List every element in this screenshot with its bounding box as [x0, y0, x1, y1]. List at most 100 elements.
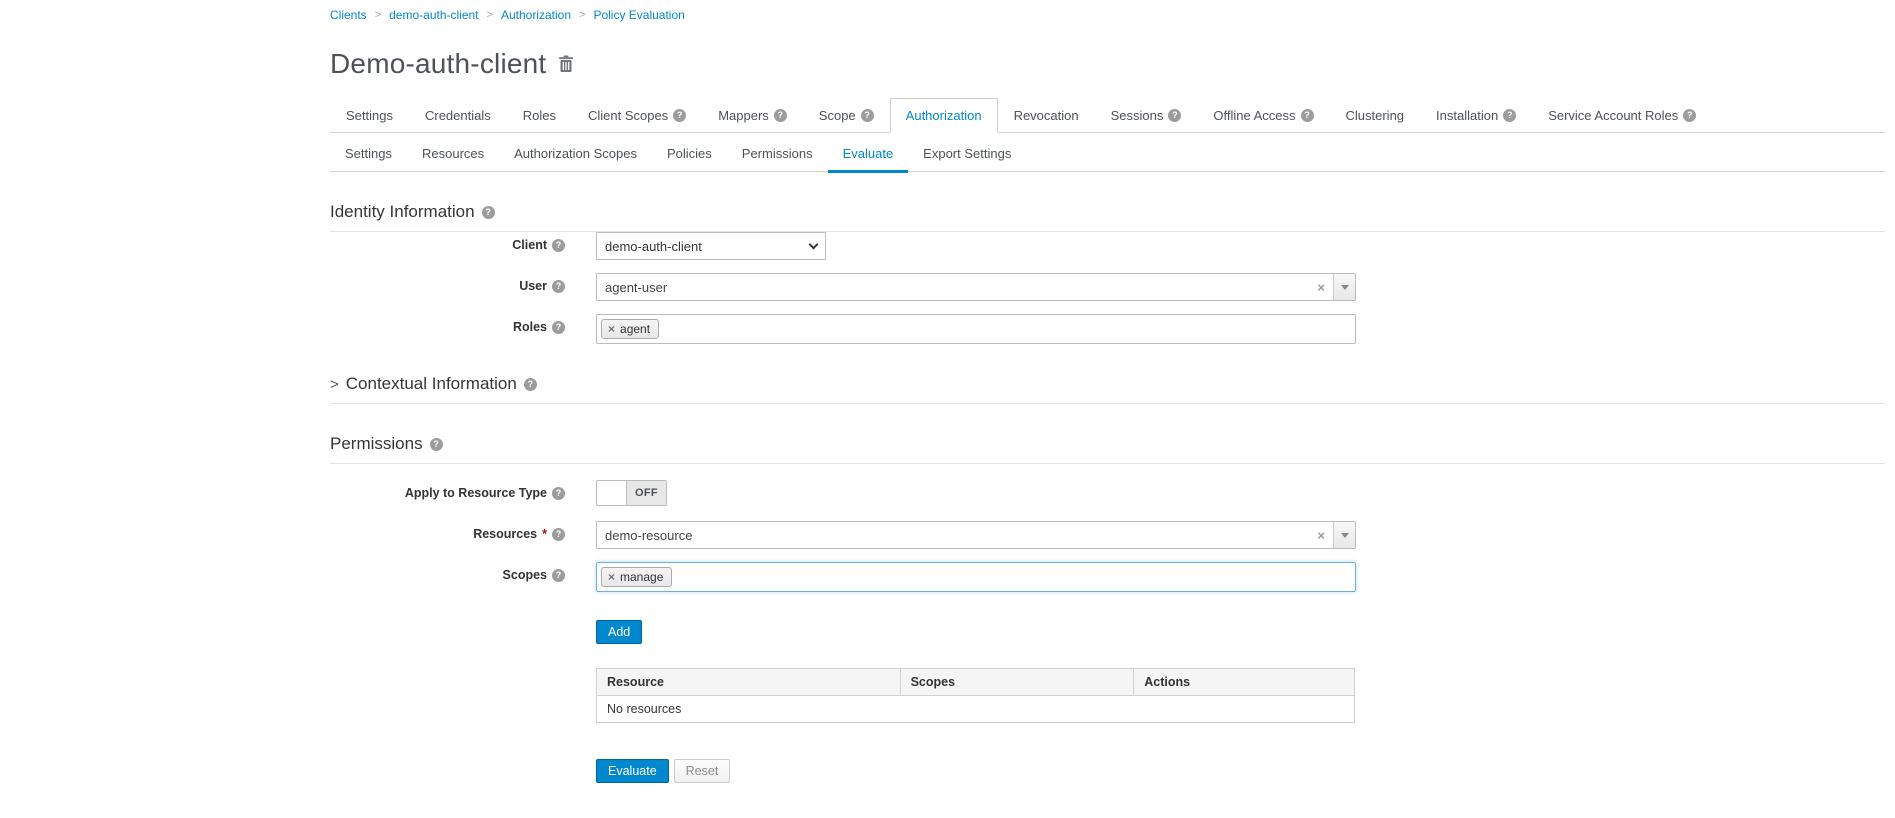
tab-offline-access[interactable]: Offline Access? [1197, 98, 1329, 133]
tab-credentials[interactable]: Credentials [409, 98, 507, 133]
trash-icon [558, 55, 574, 73]
remove-tag-icon[interactable]: × [608, 571, 615, 583]
tab-label: Installation [1436, 108, 1498, 123]
breadcrumb: Clients > demo-auth-client > Authorizati… [330, 8, 1885, 22]
help-icon[interactable]: ? [482, 206, 495, 219]
user-combobox[interactable]: agent-user × [596, 273, 1356, 301]
scopes-tag-input[interactable]: × manage [596, 562, 1356, 592]
scopes-field-label: Scopes ? [330, 562, 565, 582]
tab-label: Mappers [718, 108, 769, 123]
apply-to-resource-type-label: Apply to Resource Type ? [330, 480, 565, 500]
help-icon[interactable]: ? [552, 239, 565, 252]
label-text: Roles [513, 320, 547, 334]
subtab-policies[interactable]: Policies [652, 137, 727, 173]
chevron-right-icon: > [330, 376, 339, 393]
resources-dropdown-toggle[interactable] [1333, 522, 1355, 548]
tab-label: Settings [346, 108, 393, 123]
contextual-information-heading[interactable]: > Contextual Information ? [330, 374, 1885, 404]
tab-roles[interactable]: Roles [507, 98, 572, 133]
help-icon[interactable]: ? [524, 378, 537, 391]
roles-field-label: Roles ? [330, 314, 565, 334]
breadcrumb-client[interactable]: demo-auth-client [389, 8, 478, 22]
toggle-state-label: OFF [627, 481, 666, 505]
toggle-handle [597, 481, 627, 505]
tab-label: Sessions [1111, 108, 1164, 123]
identity-information-heading: Identity Information ? [330, 202, 1885, 232]
help-icon[interactable]: ? [552, 528, 565, 541]
breadcrumb-separator: > [487, 9, 493, 21]
column-header-scopes: Scopes [900, 669, 1134, 696]
section-title: Identity Information [330, 202, 475, 222]
subtab-resources[interactable]: Resources [407, 137, 499, 173]
reset-button[interactable]: Reset [674, 759, 731, 783]
subtab-permissions[interactable]: Permissions [727, 137, 828, 173]
subtab-authorization-scopes[interactable]: Authorization Scopes [499, 137, 652, 173]
table-header-row: Resource Scopes Actions [597, 669, 1355, 696]
label-text: User [519, 279, 547, 293]
resources-combobox-value: demo-resource [597, 522, 1309, 548]
tab-authorization[interactable]: Authorization [890, 98, 998, 133]
empty-table-message: No resources [597, 696, 1355, 723]
help-icon: ? [861, 109, 874, 122]
breadcrumb-clients[interactable]: Clients [330, 8, 367, 22]
help-icon: ? [1503, 109, 1516, 122]
roles-tag-input[interactable]: × agent [596, 314, 1356, 344]
tab-mappers[interactable]: Mappers? [702, 98, 803, 133]
scope-tag-manage: × manage [601, 567, 672, 587]
column-header-actions: Actions [1134, 669, 1355, 696]
tab-label: Scope [819, 108, 856, 123]
tab-settings[interactable]: Settings [330, 98, 409, 133]
caret-down-icon [1341, 533, 1349, 538]
user-field-label: User ? [330, 273, 565, 293]
user-dropdown-toggle[interactable] [1333, 274, 1355, 300]
help-icon[interactable]: ? [552, 487, 565, 500]
tab-label: Clustering [1346, 108, 1405, 123]
subtab-export-settings[interactable]: Export Settings [908, 137, 1026, 173]
tab-label: Revocation [1014, 108, 1079, 123]
user-combobox-value: agent-user [597, 274, 1309, 300]
apply-to-resource-type-toggle[interactable]: OFF [596, 480, 667, 506]
help-icon[interactable]: ? [430, 438, 443, 451]
evaluate-button[interactable]: Evaluate [596, 759, 669, 783]
tab-label: Offline Access [1213, 108, 1295, 123]
label-text: Client [512, 238, 547, 252]
delete-client-icon[interactable] [558, 55, 574, 73]
help-icon[interactable]: ? [552, 321, 565, 334]
tab-installation[interactable]: Installation? [1420, 98, 1532, 133]
subtab-settings[interactable]: Settings [330, 137, 407, 173]
clear-user-icon[interactable]: × [1309, 274, 1333, 300]
client-tabs: Settings Credentials Roles Client Scopes… [330, 98, 1885, 133]
help-icon[interactable]: ? [552, 280, 565, 293]
tab-label: Service Account Roles [1548, 108, 1678, 123]
client-select-value: demo-auth-client [605, 239, 702, 254]
tag-label: manage [620, 570, 663, 584]
tab-revocation[interactable]: Revocation [998, 98, 1095, 133]
resources-table: Resource Scopes Actions No resources [596, 668, 1355, 723]
tab-clustering[interactable]: Clustering [1330, 98, 1421, 133]
caret-down-icon [1341, 285, 1349, 290]
tab-sessions[interactable]: Sessions? [1095, 98, 1198, 133]
tab-label: Credentials [425, 108, 491, 123]
clear-resource-icon[interactable]: × [1309, 522, 1333, 548]
breadcrumb-policy-evaluation[interactable]: Policy Evaluation [593, 8, 684, 22]
add-button[interactable]: Add [596, 620, 642, 644]
client-select[interactable]: demo-auth-client [596, 232, 826, 260]
authorization-subtabs: Settings Resources Authorization Scopes … [330, 137, 1885, 172]
table-row: No resources [597, 696, 1355, 723]
tab-client-scopes[interactable]: Client Scopes? [572, 98, 702, 133]
breadcrumb-authorization[interactable]: Authorization [501, 8, 571, 22]
subtab-evaluate[interactable]: Evaluate [828, 137, 909, 173]
help-icon[interactable]: ? [552, 569, 565, 582]
tab-scope[interactable]: Scope? [803, 98, 890, 133]
section-title: Contextual Information [346, 374, 517, 394]
resources-combobox[interactable]: demo-resource × [596, 521, 1356, 549]
page-title: Demo-auth-client [330, 48, 546, 80]
chevron-down-icon [809, 239, 819, 249]
remove-tag-icon[interactable]: × [608, 323, 615, 335]
tab-service-account-roles[interactable]: Service Account Roles? [1532, 98, 1712, 133]
help-icon: ? [673, 109, 686, 122]
resources-field-label: Resources * ? [330, 521, 565, 541]
breadcrumb-separator: > [579, 9, 585, 21]
help-icon: ? [1683, 109, 1696, 122]
tab-label: Authorization [906, 108, 982, 123]
